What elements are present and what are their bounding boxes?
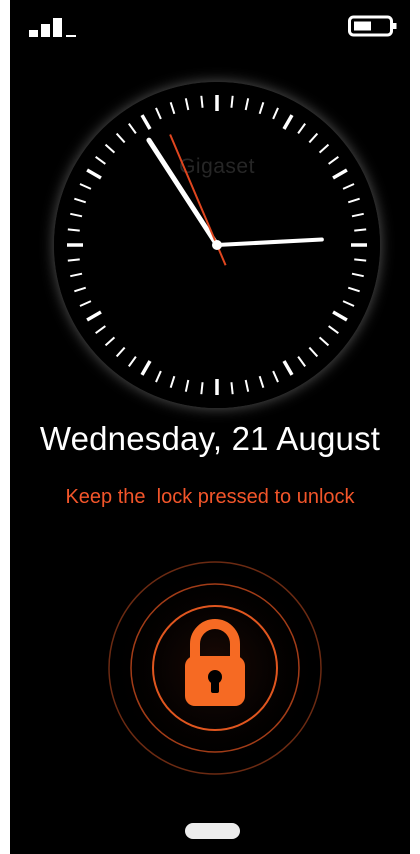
minute-tick	[169, 375, 176, 388]
minute-tick	[169, 102, 176, 115]
lock-rings	[107, 560, 323, 776]
minute-tick	[354, 258, 367, 262]
home-indicator[interactable]	[185, 823, 240, 839]
minute-hand	[215, 237, 324, 247]
hour-tick	[140, 114, 152, 130]
minute-tick	[128, 123, 137, 134]
hour-tick	[282, 114, 294, 130]
minute-tick	[342, 300, 355, 307]
hour-tick	[332, 168, 348, 180]
minute-tick	[347, 197, 360, 204]
unlock-hint: Keep the lock pressed to unlock	[65, 486, 355, 508]
minute-tick	[258, 375, 265, 388]
minute-tick	[70, 272, 83, 278]
minute-tick	[258, 102, 265, 115]
minute-tick	[272, 370, 279, 383]
minute-tick	[328, 325, 339, 334]
minute-tick	[230, 382, 234, 395]
hour-tick	[140, 360, 152, 376]
minute-tick	[318, 336, 330, 347]
status-bar	[10, 0, 410, 50]
minute-tick	[115, 346, 126, 358]
minute-tick	[104, 336, 116, 347]
minute-tick	[74, 286, 87, 293]
minute-tick	[244, 98, 250, 111]
minute-tick	[308, 132, 319, 144]
minute-tick	[351, 212, 364, 218]
hour-hand	[146, 137, 220, 248]
minute-tick	[272, 107, 279, 120]
minute-tick	[95, 156, 106, 165]
minute-tick	[115, 132, 126, 144]
hour-tick	[332, 310, 348, 322]
date-label: Wednesday, 21 August	[39, 420, 381, 457]
minute-tick	[328, 156, 339, 165]
minute-tick	[184, 98, 190, 111]
minute-tick	[67, 228, 80, 232]
minute-tick	[67, 258, 80, 262]
battery-icon	[348, 15, 397, 37]
hour-tick	[86, 310, 102, 322]
minute-tick	[74, 197, 87, 204]
minute-tick	[155, 107, 162, 120]
minute-tick	[184, 379, 190, 392]
minute-tick	[70, 212, 83, 218]
signal-strength-icon	[29, 18, 76, 37]
minute-tick	[244, 379, 250, 392]
minute-tick	[95, 325, 106, 334]
minute-tick	[347, 286, 360, 293]
minute-tick	[297, 123, 306, 134]
minute-tick	[104, 143, 116, 154]
minute-tick	[200, 95, 204, 108]
minute-tick	[342, 183, 355, 190]
unlock-lock-button[interactable]	[105, 558, 325, 778]
minute-tick	[318, 143, 330, 154]
minute-tick	[128, 356, 137, 367]
minute-tick	[297, 356, 306, 367]
minute-tick	[200, 382, 204, 395]
clock-dial	[67, 95, 367, 395]
hour-tick	[282, 360, 294, 376]
minute-tick	[354, 228, 367, 232]
hour-tick	[86, 168, 102, 180]
minute-tick	[79, 183, 92, 190]
minute-tick	[308, 346, 319, 358]
clock-center-pin	[212, 240, 222, 250]
analog-clock: Gigaset	[54, 82, 380, 408]
lock-screen: Gigaset Wednesday, 21 August Keep the lo…	[10, 0, 410, 854]
minute-tick	[351, 272, 364, 278]
minute-tick	[230, 95, 234, 108]
minute-tick	[155, 370, 162, 383]
minute-tick	[79, 300, 92, 307]
